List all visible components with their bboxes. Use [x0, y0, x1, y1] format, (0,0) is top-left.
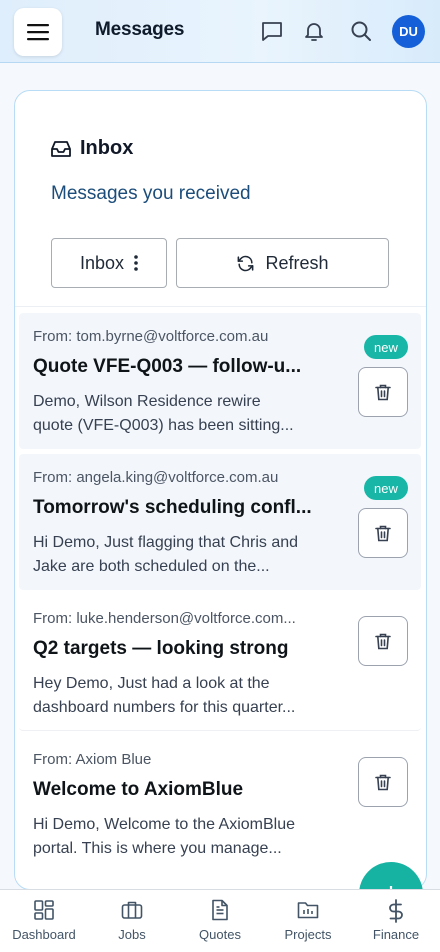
message-subject: Welcome to AxiomBlue — [33, 779, 244, 800]
new-badge: new — [364, 335, 408, 359]
message-sender: From: angela.king@voltforce.com.au — [33, 469, 279, 486]
message-item[interactable]: From: Axiom Blue Welcome to AxiomBlue Hi… — [19, 736, 421, 872]
message-preview: Hey Demo, Just had a look at the dashboa… — [33, 672, 315, 720]
inbox-card: Inbox Messages you received Inbox Refres… — [14, 90, 427, 890]
message-subject: Q2 targets — looking strong — [33, 638, 289, 659]
inbox-heading: Inbox — [51, 137, 133, 160]
refresh-label: Refresh — [265, 252, 329, 273]
message-preview-line: Jake are both scheduled on the... — [33, 558, 270, 575]
hamburger-icon — [27, 24, 49, 41]
message-subject: Quote VFE-Q003 — follow-u... — [33, 356, 302, 377]
document-icon — [212, 899, 228, 921]
inbox-title: Inbox — [80, 137, 134, 159]
nav-label: Dashboard — [12, 927, 76, 942]
folder-select-button[interactable]: Inbox — [51, 238, 167, 288]
nav-item-quotes[interactable]: Quotes — [176, 890, 264, 952]
dollar-icon — [389, 899, 403, 923]
nav-label: Jobs — [118, 927, 146, 942]
nav-label: Quotes — [199, 927, 241, 942]
delete-message-button[interactable] — [358, 757, 408, 807]
message-preview-line: Hi Demo, Just flagging that Chris and — [33, 534, 299, 551]
menu-button[interactable] — [14, 8, 62, 56]
notifications-button[interactable] — [301, 18, 327, 44]
delete-message-button[interactable] — [358, 616, 408, 666]
message-subject: Tomorrow's scheduling confl... — [33, 497, 312, 518]
chat-button[interactable] — [259, 18, 285, 44]
message-preview-line: portal. This is where you manage... — [33, 840, 282, 857]
message-preview-line: Hi Demo, Welcome to the AxiomBlue — [33, 816, 296, 833]
dashboard-icon — [34, 900, 54, 920]
trash-icon — [375, 633, 391, 649]
user-avatar[interactable]: DU — [392, 15, 425, 48]
message-preview-line: quote (VFE-Q003) has been sitting... — [33, 417, 294, 434]
trash-icon — [375, 774, 391, 790]
message-preview: Demo, Wilson Residence rewire quote (VFE… — [33, 390, 315, 438]
trash-icon — [375, 384, 391, 400]
briefcase-icon — [121, 901, 143, 919]
delete-message-button[interactable] — [358, 367, 408, 417]
message-preview-line: Hey Demo, Just had a look at the — [33, 675, 270, 692]
page-title: Messages — [95, 19, 185, 40]
inbox-subtitle: Messages you received — [51, 183, 251, 204]
nav-item-dashboard[interactable]: Dashboard — [0, 890, 88, 952]
message-preview-line: Demo, Wilson Residence rewire — [33, 393, 261, 410]
refresh-button[interactable]: Refresh — [176, 238, 389, 288]
nav-label: Projects — [284, 927, 332, 942]
nav-item-jobs[interactable]: Jobs — [88, 890, 176, 952]
app-header: Messages DU — [0, 0, 440, 63]
message-item[interactable]: From: angela.king@voltforce.com.au Tomor… — [19, 454, 421, 590]
folder-icon — [297, 902, 319, 919]
refresh-icon — [238, 255, 254, 271]
search-button[interactable] — [348, 18, 374, 44]
message-preview: Hi Demo, Just flagging that Chris and Ja… — [33, 531, 315, 579]
delete-message-button[interactable] — [358, 508, 408, 558]
new-badge: new — [364, 476, 408, 500]
message-sender: From: tom.byrne@voltforce.com.au — [33, 328, 269, 345]
bell-icon — [305, 23, 323, 41]
message-preview-line: dashboard numbers for this quarter... — [33, 699, 296, 716]
message-sender: From: Axiom Blue — [33, 751, 152, 768]
message-item[interactable]: From: tom.byrne@voltforce.com.au Quote V… — [19, 313, 421, 449]
trash-icon — [375, 525, 391, 541]
search-icon — [351, 21, 371, 41]
inbox-icon — [51, 140, 71, 157]
more-vertical-icon — [134, 255, 138, 271]
message-preview: Hi Demo, Welcome to the AxiomBlue portal… — [33, 813, 315, 861]
chat-icon — [262, 22, 282, 41]
divider — [15, 306, 426, 307]
message-item[interactable]: From: luke.henderson@voltforce.com... Q2… — [19, 595, 421, 731]
folder-select-label: Inbox — [79, 252, 125, 273]
bottom-nav: Dashboard Jobs Quotes Projects Finance — [0, 889, 440, 952]
nav-item-finance[interactable]: Finance — [352, 890, 440, 952]
nav-item-projects[interactable]: Projects — [264, 890, 352, 952]
message-sender: From: luke.henderson@voltforce.com... — [33, 610, 296, 627]
nav-label: Finance — [372, 927, 420, 942]
